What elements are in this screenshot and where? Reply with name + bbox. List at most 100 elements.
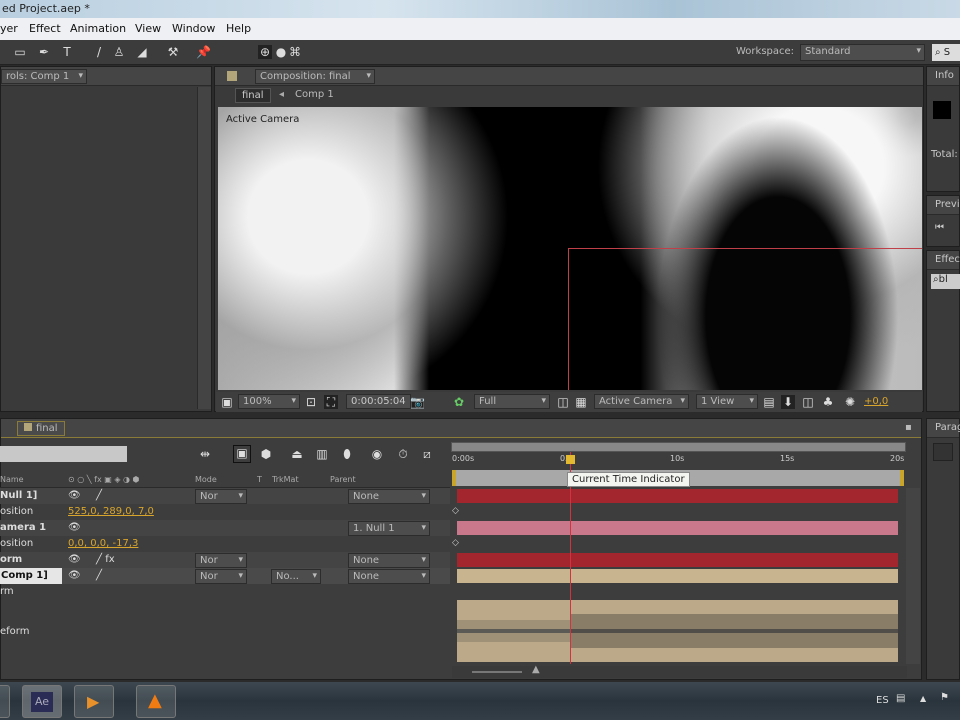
layer-name[interactable]: orm — [0, 552, 22, 568]
taskbar-after-effects[interactable]: Ae — [22, 685, 62, 718]
visibility-icon[interactable]: 👁 — [68, 520, 81, 536]
puppet-pin-icon[interactable]: 📌 — [196, 45, 211, 59]
text-tool-icon[interactable]: T — [60, 45, 74, 59]
zoom-in-icon[interactable]: ▲ — [532, 664, 540, 675]
trkmat-select[interactable]: No... — [271, 569, 321, 584]
menu-view[interactable]: View — [135, 22, 161, 35]
snapshot-icon[interactable]: 📷 — [410, 395, 425, 409]
position-value[interactable]: 0,0, 0,0, -17,3 — [68, 536, 138, 552]
timeline-icon[interactable]: ◫ — [801, 395, 815, 409]
scrollbar[interactable] — [197, 87, 211, 409]
breadcrumb-comp1[interactable]: Comp 1 — [295, 89, 334, 100]
flowchart-icon[interactable]: ♣ — [821, 395, 835, 409]
timeline-scrollbar[interactable] — [906, 488, 920, 664]
safe-zones-icon[interactable]: ⊡ — [304, 395, 318, 409]
live-update-icon[interactable]: ▣ — [233, 445, 251, 463]
layer-name[interactable]: Null 1] — [0, 488, 37, 504]
quality-icon[interactable]: ╱ — [96, 568, 102, 584]
transparency-grid-icon[interactable]: ▦ — [574, 395, 588, 409]
roto-brush-icon[interactable]: ⚒ — [166, 45, 180, 59]
action-center-flag-icon[interactable]: ⚑ — [940, 692, 949, 703]
axis-mode-icon[interactable]: ⊕ — [258, 45, 272, 59]
effect-controls-tab[interactable]: rols: Comp 1 — [1, 69, 87, 84]
taskbar-media-player[interactable]: ▶ — [74, 685, 114, 718]
taskbar-button[interactable] — [0, 685, 10, 718]
brush-tool-icon[interactable]: / — [92, 45, 106, 59]
exposure-value[interactable]: +0,0 — [864, 396, 888, 407]
clone-stamp-icon[interactable]: ♙ — [112, 45, 126, 59]
menu-window[interactable]: Window — [172, 22, 215, 35]
keyboard-icon[interactable]: ▤ — [896, 693, 905, 704]
composition-viewer[interactable]: Active Camera — [218, 107, 922, 390]
layer-row[interactable]: amera 1 👁 1. Null 1 — [0, 520, 450, 536]
motion-blur-icon[interactable]: ⬮ — [340, 447, 354, 461]
pen-tool-icon[interactable]: ✒ — [37, 45, 51, 59]
layer-row-selected[interactable]: Comp 1] 👁 ╱ Nor No... None — [0, 568, 450, 584]
parent-select[interactable]: None — [348, 553, 430, 568]
mask-visibility-icon[interactable]: ⛶ — [324, 395, 338, 409]
keyframe-icon[interactable]: ◇ — [452, 538, 459, 548]
brainstorm-icon[interactable]: ◉ — [370, 447, 384, 461]
timeline-search-input[interactable] — [0, 446, 127, 462]
region-of-interest-icon[interactable]: ◫ — [556, 395, 570, 409]
layer-name[interactable]: Comp 1] — [0, 568, 62, 584]
zoom-slider[interactable]: ▲ — [452, 664, 907, 678]
menu-help[interactable]: Help — [226, 22, 251, 35]
language-indicator[interactable]: ES — [876, 695, 889, 706]
menu-animation[interactable]: Animation — [70, 22, 126, 35]
current-time-display[interactable]: 0:00:05:04 — [346, 394, 411, 409]
cti-handle[interactable] — [566, 455, 575, 464]
comp-mini-flowchart-icon[interactable]: ⇹ — [198, 447, 212, 461]
eraser-tool-icon[interactable]: ◢ — [135, 45, 149, 59]
auto-keyframe-icon[interactable]: ⏱ — [396, 447, 410, 461]
align-left-icon[interactable] — [933, 443, 953, 461]
show-hidden-icons[interactable]: ▲ — [920, 694, 926, 703]
graph-editor-icon[interactable]: ⧄ — [420, 447, 434, 461]
layer-name[interactable]: amera 1 — [0, 520, 46, 536]
hide-shy-icon[interactable]: ⏏ — [290, 447, 304, 461]
mode-select[interactable]: Nor — [195, 489, 247, 504]
camera-view-select[interactable]: Active Camera — [594, 394, 689, 409]
view-layout-select[interactable]: 1 View — [696, 394, 758, 409]
work-area-navigator[interactable] — [451, 442, 906, 452]
channel-icon[interactable]: ✿ — [452, 395, 466, 409]
paragraph-tab[interactable]: Parag — [935, 422, 960, 433]
parent-select[interactable]: None — [348, 569, 430, 584]
parent-select[interactable]: None — [348, 489, 430, 504]
workspace-select[interactable]: Standard — [800, 44, 925, 61]
effects-search-input[interactable]: ⌕bl — [931, 274, 960, 289]
effects-tab[interactable]: Effec — [935, 254, 960, 265]
fast-preview-icon[interactable]: ⬇ — [781, 395, 795, 409]
layer-bar-null[interactable] — [457, 489, 898, 503]
position-value[interactable]: 525,0, 289,0, 7,0 — [68, 504, 154, 520]
exposure-icon[interactable]: ✺ — [843, 395, 857, 409]
info-tab[interactable]: Info — [935, 70, 954, 81]
resolution-select[interactable]: Full — [474, 394, 550, 409]
pixel-aspect-icon[interactable]: ▤ — [762, 395, 776, 409]
quality-icon[interactable]: ╱ — [96, 488, 102, 504]
rectangle-tool-icon[interactable]: ▭ — [13, 45, 27, 59]
menu-effect[interactable]: Effect — [29, 22, 61, 35]
mode-select[interactable]: Nor — [195, 569, 247, 584]
draft-3d-icon[interactable]: ⬢ — [259, 447, 273, 461]
visibility-icon[interactable]: 👁 — [68, 568, 81, 584]
frame-blending-icon[interactable]: ▥ — [315, 447, 329, 461]
layer-bar-camera[interactable] — [457, 521, 898, 535]
world-axis-icon[interactable]: ● — [274, 45, 288, 59]
panel-menu-icon[interactable]: ▪ — [905, 422, 912, 433]
layer-bar-form[interactable] — [457, 553, 898, 567]
quality-icon[interactable]: ╱ fx — [96, 552, 115, 568]
composition-tab[interactable]: Composition: final — [255, 69, 375, 84]
taskbar-vlc[interactable]: ▲ — [136, 685, 176, 718]
visibility-icon[interactable]: 👁 — [68, 488, 81, 504]
preview-tab[interactable]: Previ — [935, 199, 960, 210]
visibility-icon[interactable]: 👁 — [68, 552, 81, 568]
layer-row[interactable]: Null 1] 👁 ╱ Nor None — [0, 488, 450, 504]
always-preview-icon[interactable]: ▣ — [220, 395, 234, 409]
mode-select[interactable]: Nor — [195, 553, 247, 568]
magnification-select[interactable]: 100% — [238, 394, 300, 409]
layer-bar-comp[interactable] — [457, 569, 898, 583]
first-frame-icon[interactable]: ⏮ — [935, 222, 944, 233]
timeline-tab-final[interactable]: final — [17, 421, 65, 436]
keyframe-icon[interactable]: ◇ — [452, 506, 459, 516]
